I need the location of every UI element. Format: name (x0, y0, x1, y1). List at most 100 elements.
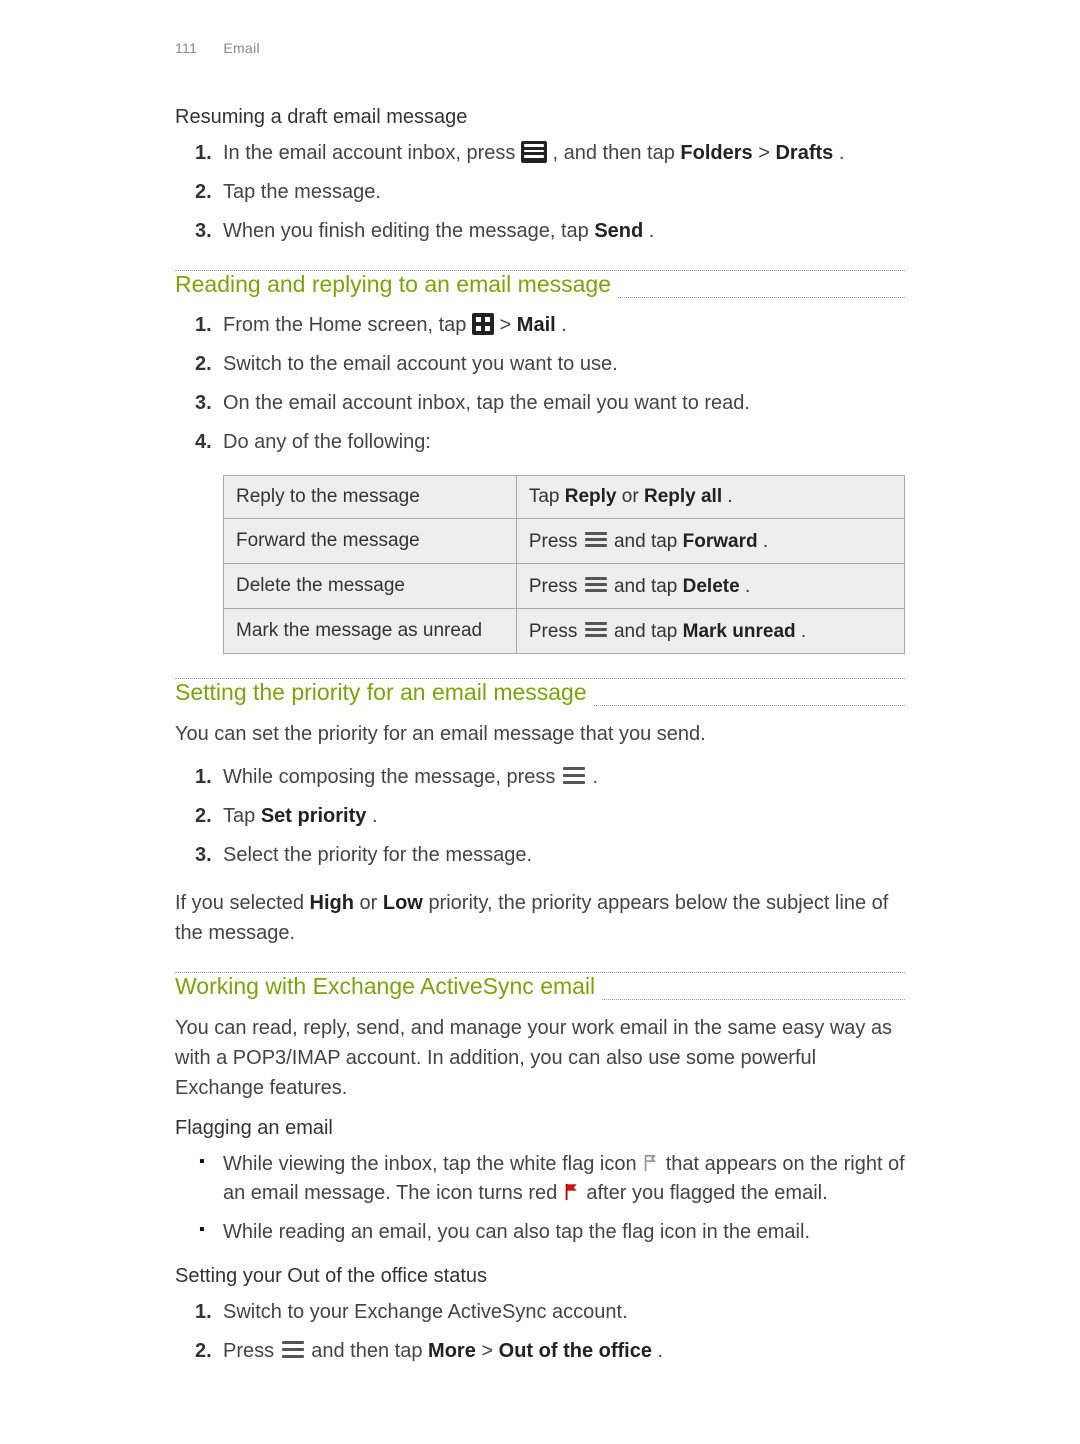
table-row: Forward the message Press and tap Forwar… (224, 519, 905, 564)
section-title: Setting the priority for an email messag… (175, 679, 593, 709)
ui-label-more: More (428, 1340, 476, 1362)
text: and tap (614, 576, 683, 597)
table-cell-action: Delete the message (224, 564, 517, 609)
ui-label-forward: Forward (683, 531, 758, 552)
chapter-title: Email (223, 40, 260, 56)
step-text: Switch to your Exchange ActiveSync accou… (223, 1301, 628, 1323)
text: Tap (529, 486, 565, 507)
step-number: 2. (195, 1337, 212, 1366)
subheading-resume-draft: Resuming a draft email message (175, 106, 905, 129)
separator: > (500, 314, 517, 336)
text: and tap (614, 531, 683, 552)
list-item: 4. Do any of the following: (175, 428, 905, 457)
menu-icon (561, 765, 587, 787)
flag-outline-icon (642, 1153, 660, 1173)
punct: . (649, 220, 655, 242)
menu-icon (583, 529, 609, 551)
ui-label-send: Send (594, 220, 643, 242)
list-item: 1. From the Home screen, tap > Mail . (175, 311, 905, 340)
ui-label-low: Low (383, 892, 423, 914)
punct: . (658, 1340, 664, 1362)
table-cell-action: Forward the message (224, 519, 517, 564)
menu-icon (521, 141, 547, 163)
section-title: Working with Exchange ActiveSync email (175, 973, 601, 1003)
list-item: 2. Tap Set priority . (175, 802, 905, 831)
step-text: On the email account inbox, tap the emai… (223, 392, 750, 414)
step-text: Tap (223, 805, 261, 827)
separator: > (481, 1340, 498, 1362)
step-text: Press (223, 1340, 280, 1362)
menu-icon (583, 619, 609, 641)
ui-label-delete: Delete (683, 576, 740, 597)
text: Press (529, 621, 583, 642)
ui-label-folders: Folders (680, 142, 752, 164)
table-cell-instruction: Press and tap Mark unread . (516, 609, 904, 654)
text: and tap (614, 621, 683, 642)
section-title: Reading and replying to an email message (175, 271, 617, 301)
step-text: , and then tap (553, 142, 681, 164)
list-item: 3. When you finish editing the message, … (175, 217, 905, 246)
step-number: 3. (195, 841, 212, 870)
steps-resume-draft: 1. In the email account inbox, press , a… (175, 139, 905, 246)
table-row: Delete the message Press and tap Delete … (224, 564, 905, 609)
step-text: and then tap (311, 1340, 428, 1362)
step-number: 1. (195, 1298, 212, 1327)
step-text: Do any of the following: (223, 431, 431, 453)
paragraph: If you selected High or Low priority, th… (175, 888, 905, 948)
ui-label-drafts: Drafts (775, 142, 833, 164)
menu-icon (583, 574, 609, 596)
flag-red-icon (563, 1182, 581, 1202)
subheading-ooo: Setting your Out of the office status (175, 1265, 905, 1288)
step-number: 2. (195, 350, 212, 379)
step-number: 2. (195, 802, 212, 831)
step-number: 1. (195, 139, 212, 168)
list-item: 1. While composing the message, press . (175, 763, 905, 792)
step-text: Select the priority for the message. (223, 844, 532, 866)
table-cell-instruction: Tap Reply or Reply all . (516, 476, 904, 519)
ui-label-reply-all: Reply all (644, 486, 722, 507)
list-item: 2. Tap the message. (175, 178, 905, 207)
text: Press (529, 531, 583, 552)
step-text: Switch to the email account you want to … (223, 353, 618, 375)
list-item: 2. Press and then tap More > Out of the … (175, 1337, 905, 1366)
table-row: Mark the message as unread Press and tap… (224, 609, 905, 654)
paragraph: You can set the priority for an email me… (175, 719, 905, 749)
bullets-flagging: While viewing the inbox, tap the white f… (175, 1150, 905, 1247)
list-item: While reading an email, you can also tap… (175, 1218, 905, 1247)
ui-label-mail: Mail (517, 314, 556, 336)
separator: > (758, 142, 775, 164)
punct: . (593, 766, 599, 788)
text: after you flagged the email. (586, 1182, 827, 1204)
table-cell-action: Reply to the message (224, 476, 517, 519)
text: If you selected (175, 892, 310, 914)
step-number: 4. (195, 428, 212, 457)
table-row: Reply to the message Tap Reply or Reply … (224, 476, 905, 519)
step-number: 1. (195, 763, 212, 792)
text: While reading an email, you can also tap… (223, 1221, 810, 1243)
text: or (622, 486, 644, 507)
apps-icon (472, 313, 494, 335)
ui-label-mark-unread: Mark unread (683, 621, 796, 642)
section-reading-replying: Reading and replying to an email message (175, 270, 905, 301)
table-cell-instruction: Press and tap Delete . (516, 564, 904, 609)
table-cell-action: Mark the message as unread (224, 609, 517, 654)
punct: . (763, 531, 768, 552)
punct: . (727, 486, 732, 507)
menu-icon (280, 1339, 306, 1361)
step-text: When you finish editing the message, tap (223, 220, 594, 242)
list-item: 3. Select the priority for the message. (175, 841, 905, 870)
step-number: 2. (195, 178, 212, 207)
punct: . (839, 142, 845, 164)
punct: . (745, 576, 750, 597)
punct: . (372, 805, 378, 827)
step-number: 3. (195, 389, 212, 418)
step-number: 3. (195, 217, 212, 246)
ui-label-set-priority: Set priority (261, 805, 367, 827)
text: or (360, 892, 383, 914)
list-item: 1. In the email account inbox, press , a… (175, 139, 905, 168)
list-item: 3. On the email account inbox, tap the e… (175, 389, 905, 418)
table-cell-instruction: Press and tap Forward . (516, 519, 904, 564)
subheading-flagging: Flagging an email (175, 1117, 905, 1140)
ui-label-reply: Reply (565, 486, 617, 507)
document-page: 111 Email Resuming a draft email message… (0, 0, 1080, 1444)
